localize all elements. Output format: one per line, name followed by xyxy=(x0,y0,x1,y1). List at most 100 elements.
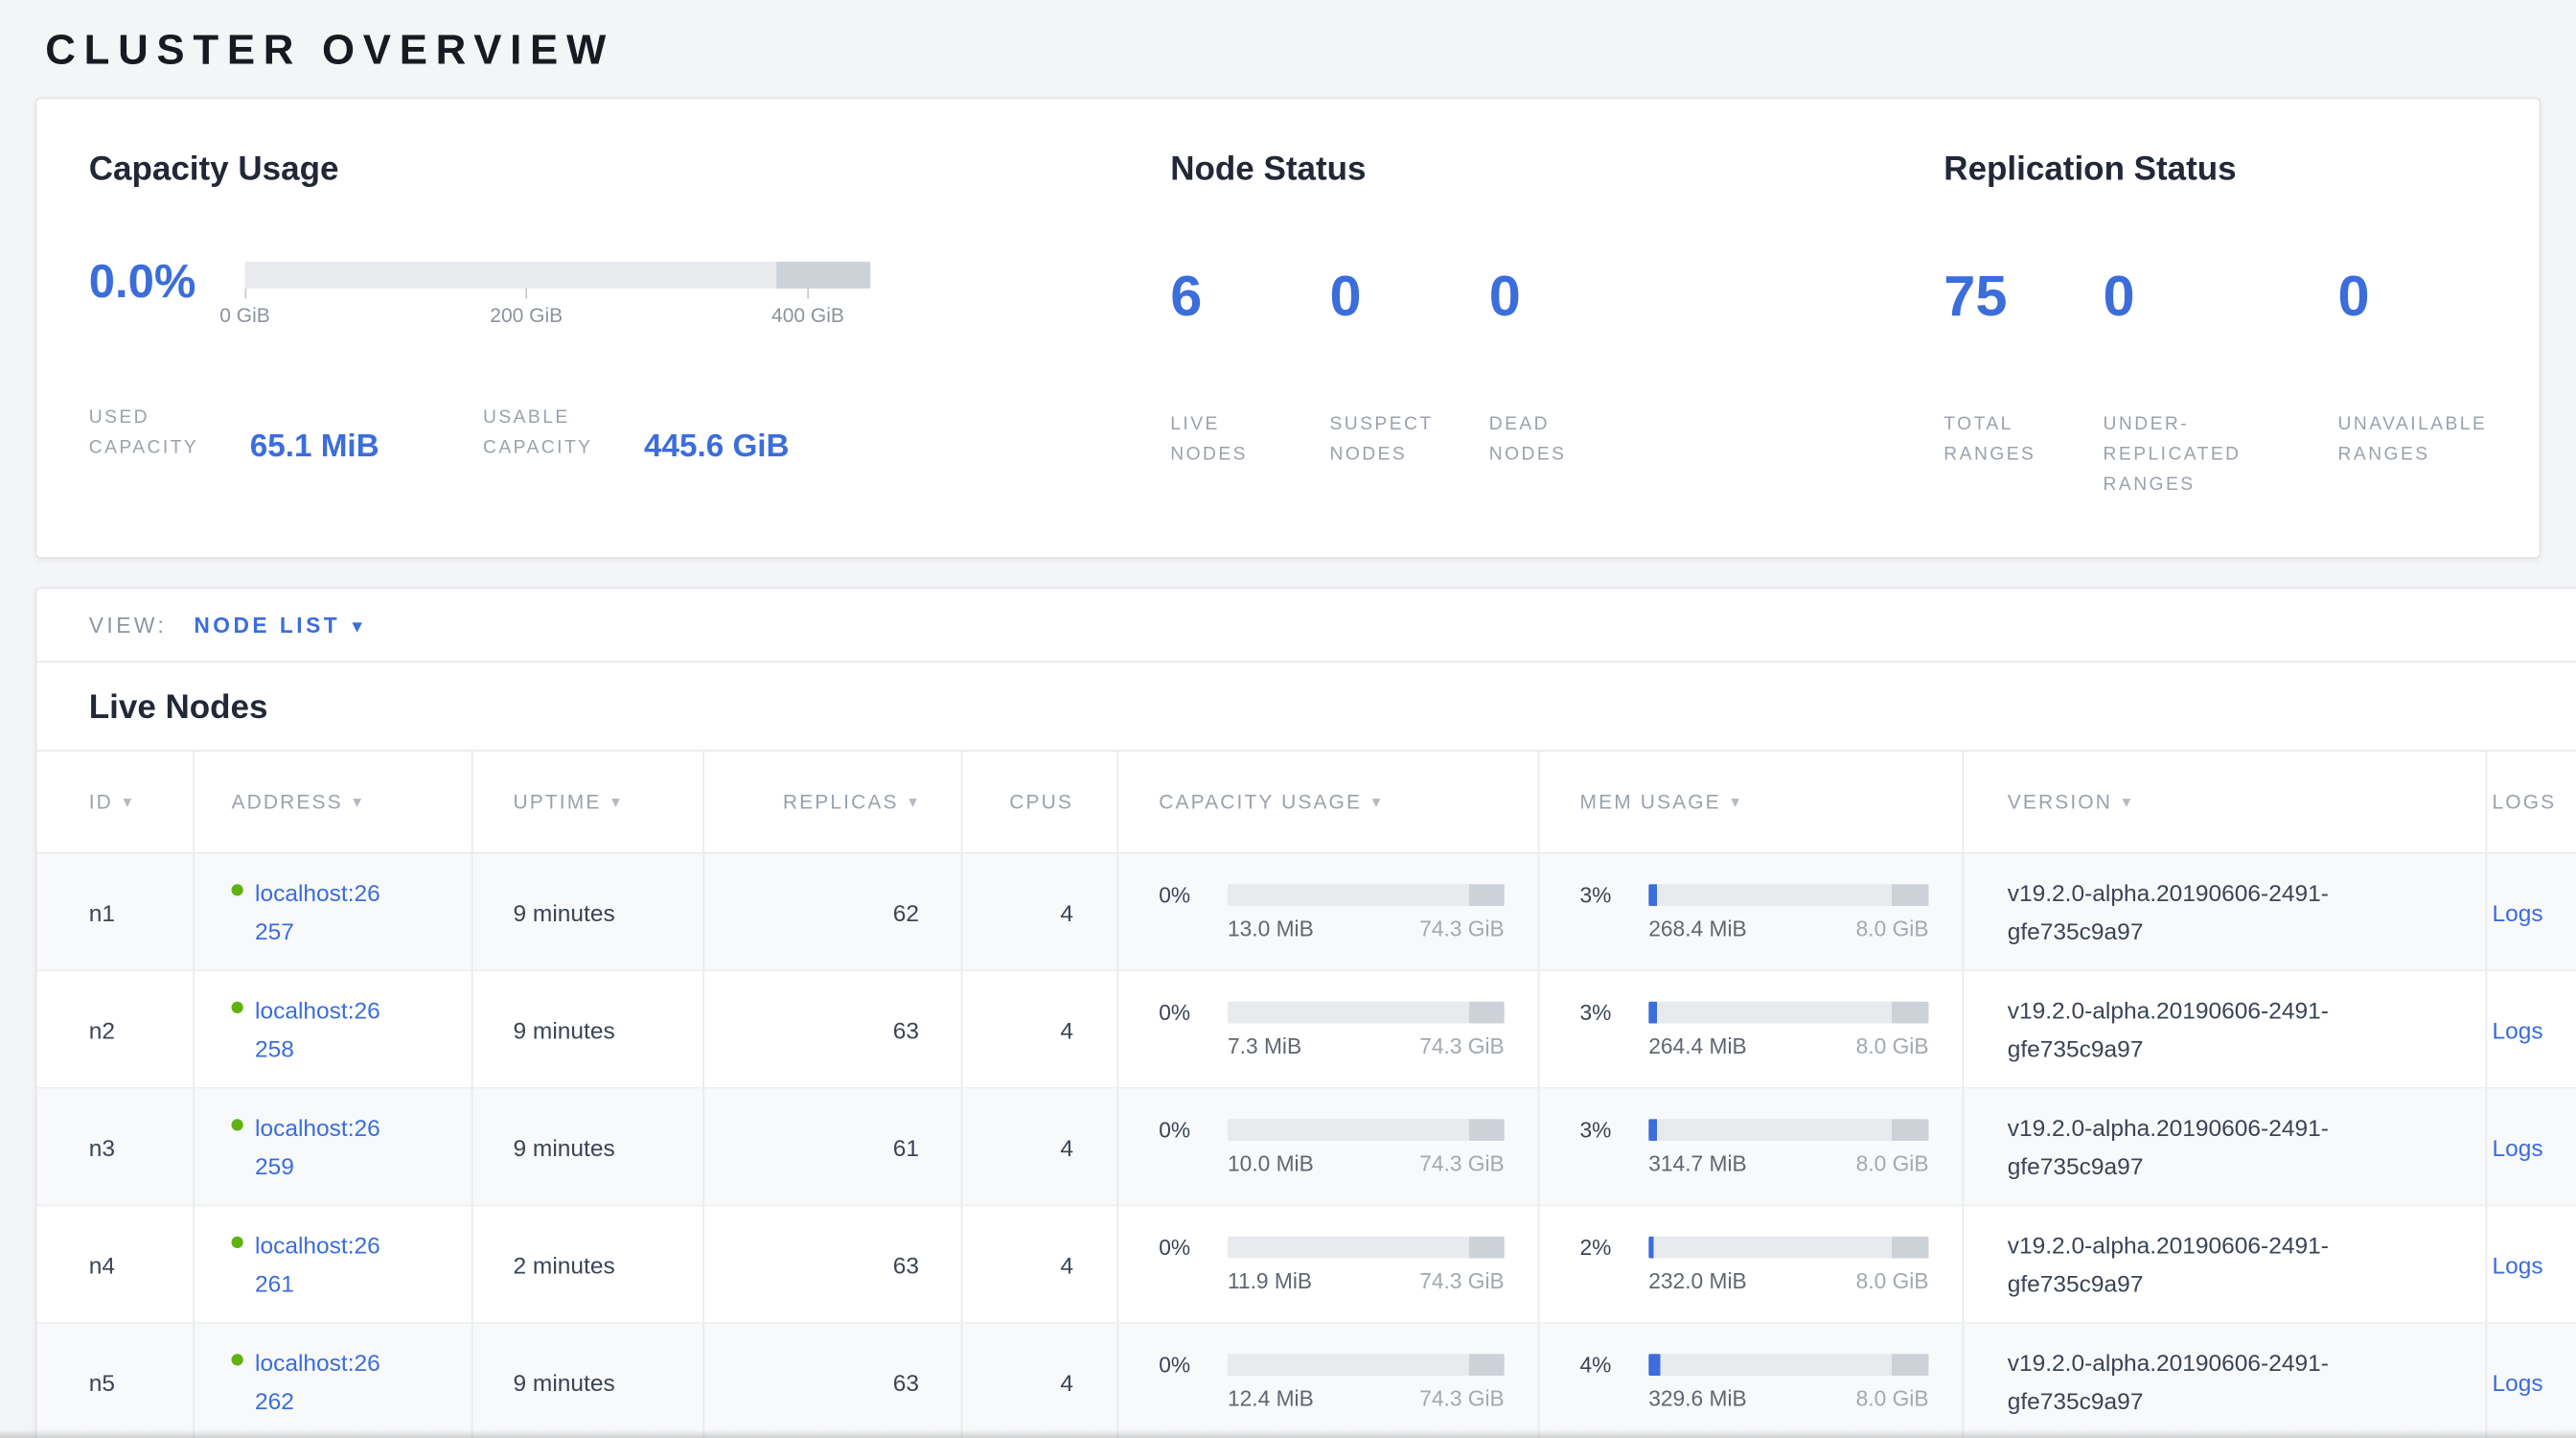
memory-used-value: 232.0 MiB xyxy=(1648,1268,1746,1293)
memory-used-value: 314.7 MiB xyxy=(1648,1151,1746,1176)
node-id: n3 xyxy=(89,1133,115,1160)
node-memory-usage: 2% 232.0 MiB 8.0 GiB xyxy=(1580,1235,1929,1293)
column-header-id[interactable]: ID▾ xyxy=(37,752,196,852)
tick-label: 200 GiB xyxy=(490,304,563,328)
table-row: n5 localhost:26262 9 minutes 63 4 0% 12.… xyxy=(37,1324,2576,1438)
suspect-nodes-value: 0 xyxy=(1330,264,1489,333)
node-uptime: 9 minutes xyxy=(514,1016,615,1043)
logs-link[interactable]: Logs xyxy=(2493,1016,2543,1043)
column-header-version[interactable]: VERSION▾ xyxy=(1964,752,2487,852)
usable-capacity-value: 445.6 GiB xyxy=(644,429,790,467)
node-address-link[interactable]: localhost:26257 xyxy=(255,873,393,951)
dead-nodes-stat: 0 DEAD NODES xyxy=(1489,264,1648,470)
node-live-dot-icon xyxy=(232,1118,243,1129)
node-capacity-usage: 0% 7.3 MiB 74.3 GiB xyxy=(1159,1000,1505,1058)
live-nodes-stat: 6 LIVE NODES xyxy=(1170,264,1329,470)
replication-status-section: Replication Status 75 TOTAL RANGES 0 UND… xyxy=(1944,150,2487,500)
node-cpus: 4 xyxy=(1060,1016,1073,1043)
node-address-link[interactable]: localhost:26258 xyxy=(255,990,393,1068)
sort-icon: ▾ xyxy=(908,793,919,811)
node-live-dot-icon xyxy=(232,1001,243,1012)
memory-total-value: 8.0 GiB xyxy=(1856,1268,1929,1293)
under-replicated-label: UNDER- REPLICATED RANGES xyxy=(2104,409,2338,500)
sort-icon: ▾ xyxy=(353,793,363,811)
node-address-link[interactable]: localhost:26261 xyxy=(255,1225,393,1303)
usable-capacity-label: USABLE CAPACITY xyxy=(483,403,624,463)
node-version: v19.2.0-alpha.20190606-2491-gfe735c9a97 xyxy=(2008,1343,2449,1421)
logs-link[interactable]: Logs xyxy=(2493,1368,2543,1395)
under-replicated-value: 0 xyxy=(2104,264,2338,333)
node-uptime: 9 minutes xyxy=(514,1368,615,1395)
column-header-address[interactable]: ADDRESS▾ xyxy=(195,752,473,852)
capacity-bar xyxy=(1228,1119,1505,1141)
node-replicas: 63 xyxy=(893,1016,919,1043)
dead-nodes-value: 0 xyxy=(1489,264,1648,333)
view-mode-selected: NODE LIST xyxy=(194,613,340,638)
unavailable-ranges-value: 0 xyxy=(2338,264,2488,333)
node-cpus: 4 xyxy=(1060,898,1073,925)
node-capacity-usage: 0% 11.9 MiB 74.3 GiB xyxy=(1159,1235,1505,1293)
node-address-link[interactable]: localhost:26262 xyxy=(255,1343,393,1421)
capacity-used-value: 13.0 MiB xyxy=(1228,916,1314,941)
sort-icon: ▾ xyxy=(1372,793,1383,811)
node-cpus: 4 xyxy=(1060,1133,1073,1160)
table-row: n2 localhost:26258 9 minutes 63 4 0% 7.3… xyxy=(37,971,2576,1089)
memory-used-value: 268.4 MiB xyxy=(1648,916,1746,941)
replication-status-title: Replication Status xyxy=(1944,150,2487,190)
capacity-usage-title: Capacity Usage xyxy=(89,150,1171,190)
dead-nodes-label: DEAD NODES xyxy=(1489,409,1648,470)
table-row: n4 localhost:26261 2 minutes 63 4 0% 11.… xyxy=(37,1206,2576,1324)
capacity-bar xyxy=(1228,884,1505,906)
total-ranges-value: 75 xyxy=(1944,264,2103,333)
node-cpus: 4 xyxy=(1060,1251,1073,1278)
column-header-uptime[interactable]: UPTIME▾ xyxy=(473,752,705,852)
node-memory-usage: 4% 329.6 MiB 8.0 GiB xyxy=(1580,1353,1929,1411)
capacity-percent: 0% xyxy=(1159,1235,1228,1260)
suspect-nodes-stat: 0 SUSPECT NODES xyxy=(1330,264,1489,470)
used-capacity-stat: USED CAPACITY 65.1 MiB xyxy=(89,403,483,463)
page-root: CLUSTER OVERVIEW Capacity Usage 0.0% 0 G… xyxy=(0,0,2576,1438)
total-ranges-label: TOTAL RANGES xyxy=(1944,409,2103,470)
capacity-percent: 0% xyxy=(1159,1353,1228,1378)
tick-mark xyxy=(525,289,527,299)
total-ranges-stat: 75 TOTAL RANGES xyxy=(1944,264,2103,500)
memory-used-value: 264.4 MiB xyxy=(1648,1033,1746,1058)
logs-link[interactable]: Logs xyxy=(2493,898,2543,925)
column-header-memory[interactable]: MEM USAGE▾ xyxy=(1540,752,1965,852)
memory-total-value: 8.0 GiB xyxy=(1856,1033,1929,1058)
unavailable-ranges-stat: 0 UNAVAILABLE RANGES xyxy=(2338,264,2488,500)
view-mode-dropdown[interactable]: NODE LIST ▾ xyxy=(194,613,362,638)
view-label: VIEW: xyxy=(89,613,168,638)
capacity-percent: 0% xyxy=(1159,1000,1228,1025)
sort-icon: ▾ xyxy=(1731,793,1741,811)
node-capacity-usage: 0% 13.0 MiB 74.3 GiB xyxy=(1159,883,1505,941)
view-bar: VIEW: NODE LIST ▾ xyxy=(37,589,2576,662)
memory-percent: 2% xyxy=(1580,1235,1649,1260)
memory-bar xyxy=(1648,1354,1928,1376)
memory-percent: 4% xyxy=(1580,1353,1649,1378)
node-replicas: 63 xyxy=(893,1368,919,1395)
sort-icon: ▾ xyxy=(123,793,133,811)
node-address-link[interactable]: localhost:26259 xyxy=(255,1108,393,1186)
live-nodes-title: Live Nodes xyxy=(37,662,2576,750)
memory-used-value: 329.6 MiB xyxy=(1648,1386,1746,1411)
capacity-bar xyxy=(1228,1002,1505,1024)
memory-percent: 3% xyxy=(1580,1118,1649,1143)
column-header-capacity[interactable]: CAPACITY USAGE▾ xyxy=(1118,752,1539,852)
node-live-dot-icon xyxy=(232,1353,243,1364)
column-header-replicas[interactable]: REPLICAS▾ xyxy=(704,752,963,852)
tick-label: 0 GiB xyxy=(219,304,270,328)
usable-capacity-stat: USABLE CAPACITY 445.6 GiB xyxy=(483,403,790,463)
suspect-nodes-label: SUSPECT NODES xyxy=(1330,409,1489,470)
table-header-row: ID▾ ADDRESS▾ UPTIME▾ REPLICAS▾ CPUS CAPA… xyxy=(37,750,2576,854)
node-capacity-usage: 0% 10.0 MiB 74.3 GiB xyxy=(1159,1118,1505,1176)
tick-label: 400 GiB xyxy=(771,304,844,328)
logs-link[interactable]: Logs xyxy=(2493,1251,2543,1278)
capacity-total-value: 74.3 GiB xyxy=(1419,1033,1505,1058)
live-nodes-value: 6 xyxy=(1170,264,1329,333)
memory-percent: 3% xyxy=(1580,883,1649,908)
logs-link[interactable]: Logs xyxy=(2493,1133,2543,1160)
node-replicas: 61 xyxy=(893,1133,919,1160)
summary-card: Capacity Usage 0.0% 0 GiB 200 GiB 400 Gi… xyxy=(35,98,2542,559)
node-id: n5 xyxy=(89,1368,115,1395)
